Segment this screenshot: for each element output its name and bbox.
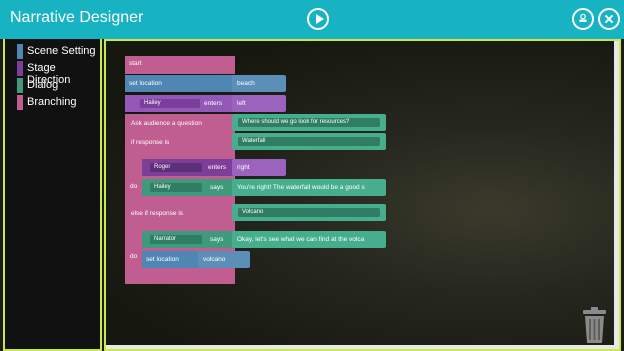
- category-dialog[interactable]: Dialog: [17, 77, 100, 94]
- category-swatch: [17, 95, 23, 110]
- character-dropdown[interactable]: Hailey: [140, 99, 200, 108]
- vertical-scrollbar[interactable]: [614, 41, 619, 349]
- do-label: do: [130, 183, 138, 190]
- category-swatch: [17, 78, 23, 93]
- trash-icon[interactable]: [582, 307, 607, 343]
- else-if-label: else if response is: [131, 210, 184, 217]
- if-response-label: if response is: [131, 139, 170, 146]
- character-dropdown[interactable]: Roger: [150, 163, 202, 172]
- close-button[interactable]: [598, 8, 620, 30]
- set-location-block[interactable]: set location: [142, 251, 202, 268]
- ask-audience-label: Ask audience a question: [131, 120, 202, 127]
- start-block[interactable]: start: [125, 56, 235, 74]
- question-text[interactable]: Where should we go look for resources?: [238, 118, 380, 127]
- category-label: Scene Setting: [27, 45, 96, 57]
- app-title: Narrative Designer: [10, 9, 144, 26]
- category-swatch: [17, 61, 23, 76]
- character-dropdown[interactable]: Narrator: [150, 235, 202, 244]
- enters-label: enters: [204, 100, 223, 107]
- character-dropdown[interactable]: Hailey: [150, 183, 202, 192]
- says-label: says: [210, 236, 224, 243]
- category-branching[interactable]: Branching: [17, 94, 100, 111]
- do-label: do: [130, 253, 138, 260]
- dialog-field[interactable]: Okay, let's see what we can find at the …: [232, 231, 386, 248]
- enters-label: enters: [208, 164, 227, 171]
- location-value-field[interactable]: volcano: [198, 251, 250, 268]
- enters-side-field[interactable]: left: [232, 95, 286, 112]
- play-button[interactable]: [307, 8, 329, 30]
- top-bar: Narrative Designer: [0, 0, 624, 39]
- enters-side-field[interactable]: right: [232, 159, 286, 176]
- location-value-field[interactable]: beach: [232, 75, 286, 92]
- block-workspace[interactable]: start set location beach Hailey enters l…: [104, 39, 621, 351]
- horizontal-scrollbar[interactable]: [106, 345, 619, 349]
- if-response-value[interactable]: Waterfall: [238, 137, 380, 146]
- save-button[interactable]: [572, 8, 594, 30]
- set-location-block[interactable]: set location: [125, 75, 235, 92]
- category-sidebar: Scene Setting Stage Direction Dialog Bra…: [3, 39, 102, 351]
- save-icon: [579, 13, 587, 22]
- category-swatch: [17, 44, 23, 59]
- dialog-field[interactable]: You're right! The waterfall would be a g…: [232, 179, 386, 196]
- category-label: Branching: [27, 96, 77, 108]
- category-stage-direction[interactable]: Stage Direction: [17, 60, 100, 86]
- says-label: says: [210, 184, 224, 191]
- else-if-value[interactable]: Volcano: [238, 208, 380, 217]
- category-scene-setting[interactable]: Scene Setting: [17, 43, 100, 60]
- category-label: Dialog: [27, 79, 59, 91]
